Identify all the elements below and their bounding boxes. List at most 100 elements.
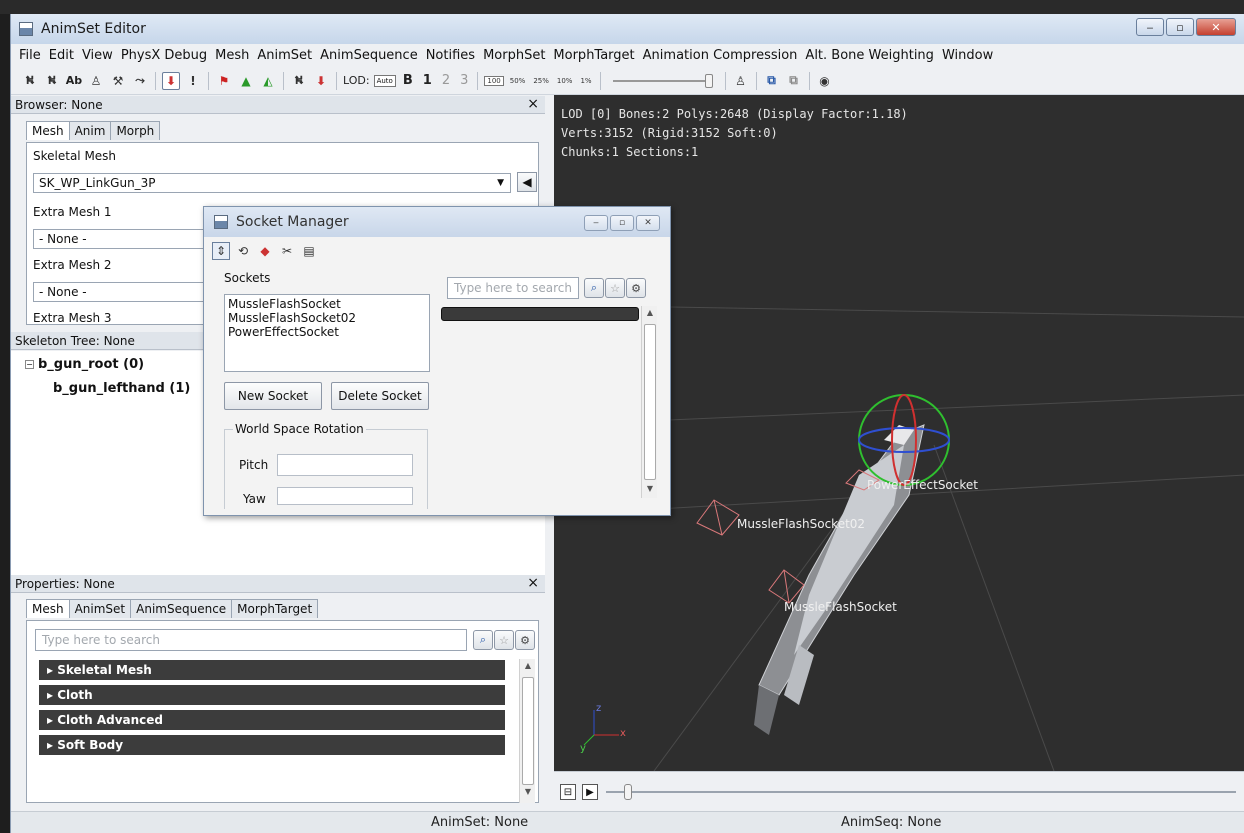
use-selected-icon[interactable]: ◀	[517, 172, 537, 192]
bone-names-icon[interactable]: ⛕	[43, 72, 61, 90]
cut-icon[interactable]: ✂	[278, 242, 296, 260]
category-skeletal-mesh[interactable]: ▸ Skeletal Mesh	[39, 660, 505, 680]
preview-mesh-icon[interactable]: ◆	[256, 242, 274, 260]
delete-socket-button[interactable]: Delete Socket	[331, 382, 429, 410]
slider-thumb[interactable]	[704, 73, 713, 88]
skeletal-mesh-combo[interactable]: SK_WP_LinkGun_3P ▼	[33, 173, 511, 193]
menu-view[interactable]: View	[82, 48, 113, 63]
multi-triangle-icon[interactable]: ◭	[259, 72, 277, 90]
favorite-star-icon[interactable]: ☆	[494, 630, 514, 650]
properties-search-input[interactable]: Type here to search	[35, 629, 467, 651]
collapse-icon[interactable]: −	[25, 360, 34, 369]
socket-properties-scrollbar[interactable]: ▲ ▼	[641, 306, 657, 498]
loop-toggle-icon[interactable]: ⊟	[560, 784, 576, 800]
speed-50-button[interactable]: 50%	[508, 77, 528, 85]
menu-notifies[interactable]: Notifies	[426, 48, 475, 63]
paste-icon[interactable]: ▤	[300, 242, 318, 260]
menu-alt-bone-weighting[interactable]: Alt. Bone Weighting	[805, 48, 934, 63]
wireframe-icon[interactable]: ⚒	[109, 72, 127, 90]
tab-props-mesh[interactable]: Mesh	[26, 599, 70, 618]
menu-animsequence[interactable]: AnimSequence	[320, 48, 418, 63]
bone-icon[interactable]: ⛕	[21, 72, 39, 90]
play-icon[interactable]: ▶	[582, 784, 598, 800]
yaw-field[interactable]	[277, 487, 413, 505]
figure-icon[interactable]: ♙	[732, 72, 750, 90]
lod-auto-button[interactable]: Auto	[373, 74, 396, 87]
list-item[interactable]: MussleFlashSocket	[228, 297, 426, 311]
lod-base-button[interactable]: B	[400, 73, 416, 88]
sockets-view-icon[interactable]: ⤳	[131, 72, 149, 90]
scroll-thumb[interactable]	[522, 677, 534, 785]
menu-file[interactable]: File	[19, 48, 41, 63]
browser-close-icon[interactable]: ×	[527, 96, 539, 112]
menu-animset[interactable]: AnimSet	[257, 48, 312, 63]
settings-wrench-icon[interactable]: ⚙	[626, 278, 646, 298]
scroll-up-icon[interactable]: ▲	[520, 661, 536, 675]
rotate-mode-icon[interactable]: ⟲	[234, 242, 252, 260]
menu-morphtarget[interactable]: MorphTarget	[553, 48, 634, 63]
flag-icon[interactable]: ⚑	[215, 72, 233, 90]
download-icon[interactable]: ⬇	[312, 72, 330, 90]
properties-close-icon[interactable]: ×	[527, 575, 539, 591]
dialog-minimize-button[interactable]: ‒	[584, 215, 608, 231]
search-icon[interactable]: ⌕	[584, 278, 604, 298]
browser-title: Browser: None	[15, 97, 103, 112]
move-mode-icon[interactable]: ⇕	[212, 242, 230, 260]
eye-icon[interactable]: ◉	[816, 72, 834, 90]
copy-mesh-icon[interactable]: ⧉	[763, 72, 781, 90]
list-item[interactable]: PowerEffectSocket	[228, 325, 426, 339]
timeline-thumb[interactable]	[624, 784, 632, 800]
menu-window[interactable]: Window	[942, 48, 993, 63]
close-button[interactable]: ✕	[1196, 18, 1236, 36]
category-cloth[interactable]: ▸ Cloth	[39, 685, 505, 705]
speed-100-button[interactable]: 100	[484, 75, 504, 86]
skeleton-icon[interactable]: ⛕	[290, 72, 308, 90]
search-icon[interactable]: ⌕	[473, 630, 493, 650]
maximize-button[interactable]: ▫	[1166, 18, 1194, 36]
tab-anim[interactable]: Anim	[68, 121, 112, 140]
socket-manager-icon[interactable]: ⬇	[162, 71, 180, 90]
tree-node-root[interactable]: − b_gun_root (0)	[25, 357, 144, 372]
lod-3-button[interactable]: 3	[457, 73, 471, 88]
tab-morph[interactable]: Morph	[110, 121, 161, 140]
skeleton-title: Skeleton Tree: None	[15, 333, 135, 348]
paste-mesh-icon[interactable]: ⧉	[785, 72, 803, 90]
scroll-down-icon[interactable]: ▼	[520, 787, 536, 801]
mesh-view-icon[interactable]: ♙	[87, 72, 105, 90]
speed-10-button[interactable]: 10%	[555, 77, 575, 85]
menu-mesh[interactable]: Mesh	[215, 48, 249, 63]
speed-1-button[interactable]: 1%	[578, 77, 593, 85]
timeline-track[interactable]	[606, 791, 1236, 793]
new-socket-button[interactable]: New Socket	[224, 382, 322, 410]
menu-edit[interactable]: Edit	[49, 48, 74, 63]
socket-search-input[interactable]: Type here to search	[447, 277, 579, 299]
properties-scrollbar[interactable]: ▲ ▼	[519, 659, 535, 803]
menu-physx-debug[interactable]: PhysX Debug	[121, 48, 207, 63]
speed-25-button[interactable]: 25%	[531, 77, 551, 85]
tab-props-animset[interactable]: AnimSet	[68, 599, 132, 618]
text-labels-button[interactable]: Ab	[65, 72, 83, 90]
lod-1-button[interactable]: 1	[420, 73, 435, 88]
exclamation-icon[interactable]: !	[184, 72, 202, 90]
lod-2-button[interactable]: 2	[439, 73, 453, 88]
speed-slider[interactable]	[612, 73, 713, 88]
green-triangle-icon[interactable]: ▲	[237, 72, 255, 90]
tab-props-animsequence[interactable]: AnimSequence	[130, 599, 233, 618]
tab-props-morphtarget[interactable]: MorphTarget	[231, 599, 319, 618]
favorite-star-icon[interactable]: ☆	[605, 278, 625, 298]
scroll-up-icon[interactable]: ▲	[642, 308, 658, 322]
pitch-field[interactable]	[277, 454, 413, 476]
category-soft-body[interactable]: ▸ Soft Body	[39, 735, 505, 755]
scroll-thumb[interactable]	[644, 324, 656, 480]
tree-node-lefthand[interactable]: b_gun_lefthand (1)	[53, 381, 190, 396]
list-item[interactable]: MussleFlashSocket02	[228, 311, 426, 325]
settings-wrench-icon[interactable]: ⚙	[515, 630, 535, 650]
scroll-down-icon[interactable]: ▼	[642, 484, 658, 498]
menu-animation-compression[interactable]: Animation Compression	[643, 48, 798, 63]
category-cloth-advanced[interactable]: ▸ Cloth Advanced	[39, 710, 505, 730]
dialog-close-button[interactable]: ✕	[636, 215, 660, 231]
tab-mesh[interactable]: Mesh	[26, 121, 70, 140]
menu-morphset[interactable]: MorphSet	[483, 48, 545, 63]
dialog-maximize-button[interactable]: ▫	[610, 215, 634, 231]
minimize-button[interactable]: ‒	[1136, 18, 1164, 36]
